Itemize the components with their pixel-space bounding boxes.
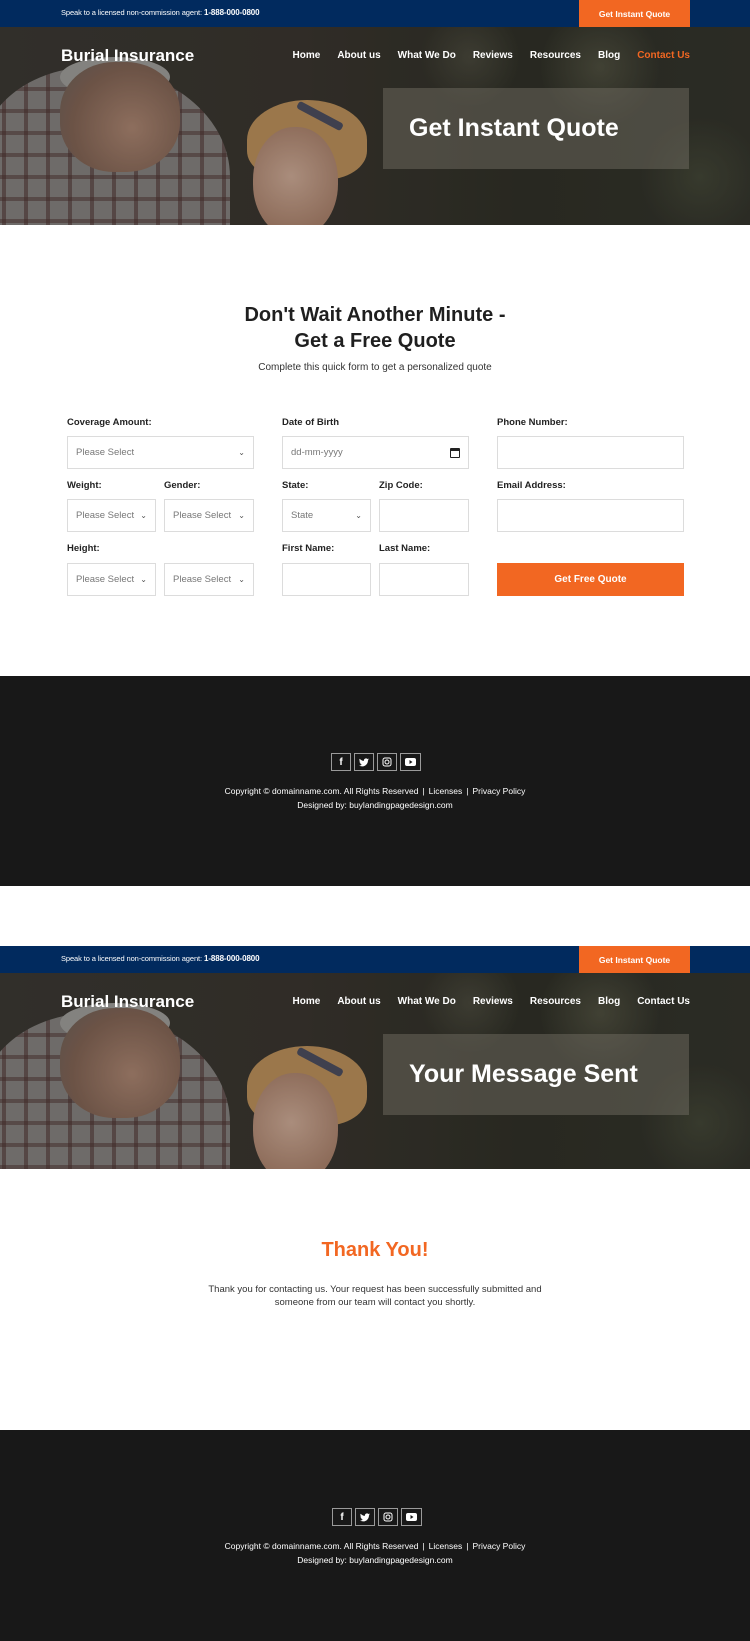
- nav-contact-us[interactable]: Contact Us: [637, 50, 690, 61]
- form-heading: Don't Wait Another Minute - Get a Free Qu…: [244, 304, 506, 352]
- copyright-text: Copyright © domainname.com. All Rights R…: [224, 1541, 419, 1551]
- chevron-down-icon: ⌄: [140, 575, 147, 584]
- agent-text: Speak to a licensed non-commission agent…: [61, 954, 204, 963]
- hero-title-box: Get Instant Quote: [383, 88, 689, 169]
- chevron-down-icon: ⌄: [238, 448, 245, 457]
- chevron-down-icon: ⌄: [140, 511, 147, 520]
- chevron-down-icon: ⌄: [355, 511, 362, 520]
- hero-title: Your Message Sent: [409, 1060, 638, 1088]
- phone-label: Phone Number:: [497, 417, 568, 428]
- top-bar: Speak to a licensed non-commission agent…: [0, 946, 750, 973]
- nav-resources[interactable]: Resources: [530, 996, 581, 1007]
- footer: f Copyright © domainname.com. All Rights…: [0, 676, 750, 886]
- nav-what-we-do[interactable]: What We Do: [398, 996, 456, 1007]
- phone-input[interactable]: [497, 436, 684, 469]
- first-name-input[interactable]: [282, 563, 371, 596]
- nav-resources[interactable]: Resources: [530, 50, 581, 61]
- agent-text: Speak to a licensed non-commission agent…: [61, 8, 204, 17]
- nav-contact-us[interactable]: Contact Us: [637, 996, 690, 1007]
- twitter-icon[interactable]: [354, 753, 374, 771]
- get-instant-quote-button[interactable]: Get Instant Quote: [579, 946, 690, 973]
- quote-form-section: Don't Wait Another Minute - Get a Free Qu…: [0, 225, 750, 676]
- coverage-select[interactable]: Please Select ⌄: [67, 436, 254, 469]
- footer: f Copyright © domainname.com. All Rights…: [0, 1430, 750, 1641]
- quote-page: Speak to a licensed non-commission agent…: [0, 0, 750, 886]
- youtube-icon[interactable]: [401, 1508, 422, 1526]
- copyright-text: Copyright © domainname.com. All Rights R…: [224, 786, 419, 796]
- social-links: f: [332, 1508, 422, 1526]
- hero-banner: Burial Insurance Home About us What We D…: [0, 27, 750, 225]
- email-label: Email Address:: [497, 480, 566, 491]
- top-bar: Speak to a licensed non-commission agent…: [0, 0, 750, 27]
- last-name-label: Last Name:: [379, 543, 431, 554]
- hero-banner: Burial Insurance Home About us What We D…: [0, 973, 750, 1169]
- site-logo[interactable]: Burial Insurance: [61, 46, 194, 66]
- get-instant-quote-button[interactable]: Get Instant Quote: [579, 0, 690, 27]
- nav-blog[interactable]: Blog: [598, 996, 620, 1007]
- coverage-label: Coverage Amount:: [67, 417, 152, 428]
- height-inches-select[interactable]: Please Select ⌄: [164, 563, 254, 596]
- email-input[interactable]: [497, 499, 684, 532]
- weight-select[interactable]: Please Select ⌄: [67, 499, 156, 532]
- thank-you-page: Speak to a licensed non-commission agent…: [0, 946, 750, 1641]
- phone-link[interactable]: 1-888-000-0800: [204, 8, 260, 17]
- facebook-icon[interactable]: f: [332, 1508, 352, 1526]
- instagram-icon[interactable]: [377, 753, 397, 771]
- copyright-line: Copyright © domainname.com. All Rights R…: [224, 786, 526, 796]
- calendar-icon[interactable]: [450, 447, 460, 458]
- state-select[interactable]: State ⌄: [282, 499, 371, 532]
- weight-label: Weight:: [67, 480, 102, 491]
- gender-select[interactable]: Please Select ⌄: [164, 499, 254, 532]
- site-logo[interactable]: Burial Insurance: [61, 992, 194, 1012]
- hero-title-box: Your Message Sent: [383, 1034, 689, 1115]
- phone-link[interactable]: 1-888-000-0800: [204, 954, 260, 963]
- privacy-policy-link[interactable]: Privacy Policy: [472, 1541, 525, 1551]
- licenses-link[interactable]: Licenses: [429, 1541, 463, 1551]
- agent-info: Speak to a licensed non-commission agent…: [61, 954, 260, 963]
- main-nav: Home About us What We Do Reviews Resourc…: [276, 50, 690, 61]
- thank-you-message: Thank you for contacting us. Your reques…: [208, 1284, 542, 1308]
- dob-label: Date of Birth: [282, 417, 339, 428]
- main-nav: Home About us What We Do Reviews Resourc…: [276, 996, 690, 1007]
- twitter-icon[interactable]: [355, 1508, 375, 1526]
- dob-input[interactable]: dd-mm-yyyy: [282, 436, 469, 469]
- height-feet-select[interactable]: Please Select ⌄: [67, 563, 156, 596]
- zip-label: Zip Code:: [379, 480, 423, 491]
- thank-you-section: Thank You! Thank you for contacting us. …: [0, 1169, 750, 1430]
- instagram-icon[interactable]: [378, 1508, 398, 1526]
- designed-by[interactable]: Designed by: buylandingpagedesign.com: [0, 1555, 750, 1565]
- get-free-quote-button[interactable]: Get Free Quote: [497, 563, 684, 596]
- zip-input[interactable]: [379, 499, 469, 532]
- facebook-icon[interactable]: f: [331, 753, 351, 771]
- height-label: Height:: [67, 543, 100, 554]
- nav-what-we-do[interactable]: What We Do: [398, 50, 456, 61]
- social-links: f: [331, 753, 421, 771]
- nav-home[interactable]: Home: [293, 50, 321, 61]
- chevron-down-icon: ⌄: [238, 575, 245, 584]
- nav-reviews[interactable]: Reviews: [473, 996, 513, 1007]
- chevron-down-icon: ⌄: [238, 511, 245, 520]
- designed-by[interactable]: Designed by: buylandingpagedesign.com: [0, 800, 750, 810]
- youtube-icon[interactable]: [400, 753, 421, 771]
- nav-about-us[interactable]: About us: [337, 996, 380, 1007]
- licenses-link[interactable]: Licenses: [429, 786, 463, 796]
- nav-home[interactable]: Home: [293, 996, 321, 1007]
- thank-you-title: Thank You!: [321, 1239, 429, 1261]
- agent-info: Speak to a licensed non-commission agent…: [61, 8, 260, 17]
- nav-about-us[interactable]: About us: [337, 50, 380, 61]
- last-name-input[interactable]: [379, 563, 469, 596]
- state-label: State:: [282, 480, 309, 491]
- privacy-policy-link[interactable]: Privacy Policy: [472, 786, 525, 796]
- first-name-label: First Name:: [282, 543, 335, 554]
- nav-reviews[interactable]: Reviews: [473, 50, 513, 61]
- nav-blog[interactable]: Blog: [598, 50, 620, 61]
- copyright-line: Copyright © domainname.com. All Rights R…: [224, 1541, 526, 1551]
- hero-title: Get Instant Quote: [409, 114, 619, 142]
- gender-label: Gender:: [164, 480, 201, 491]
- form-subheading: Complete this quick form to get a person…: [258, 362, 492, 373]
